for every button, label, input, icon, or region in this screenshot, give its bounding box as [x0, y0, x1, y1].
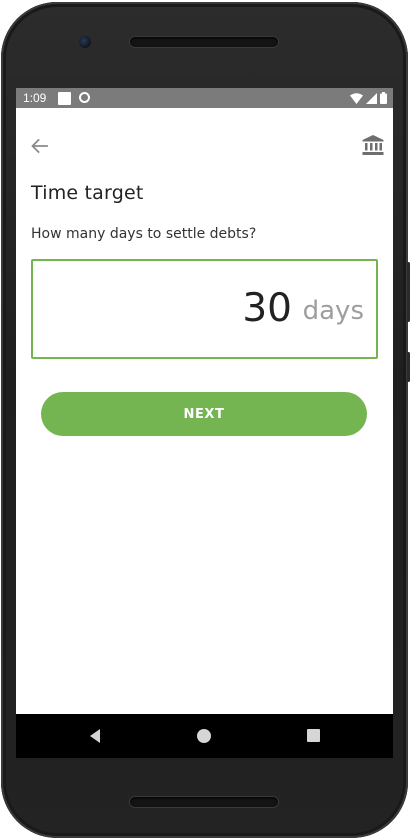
- notification-square-icon: [58, 92, 71, 105]
- notification-circle-icon: [79, 92, 90, 103]
- earpiece-speaker: [130, 37, 278, 47]
- cell-signal-icon: [366, 92, 377, 104]
- days-input-field[interactable]: 30 days: [31, 259, 378, 359]
- battery-icon: [380, 92, 387, 104]
- next-button[interactable]: NEXT: [41, 392, 367, 436]
- wifi-icon: [350, 92, 363, 104]
- bank-icon: [362, 135, 384, 155]
- question-label: How many days to settle debts?: [31, 226, 257, 242]
- days-value[interactable]: 30: [242, 285, 292, 333]
- bottom-speaker: [130, 797, 278, 807]
- nav-home-icon[interactable]: [197, 729, 211, 743]
- nav-back-icon[interactable]: [87, 728, 103, 744]
- app-bar: [16, 108, 393, 182]
- nav-recents-icon[interactable]: [307, 729, 320, 742]
- back-button[interactable]: [26, 133, 52, 159]
- front-camera: [79, 36, 91, 48]
- page-title: Time target: [31, 182, 144, 204]
- screen: 1:09 Time target How many days to settle…: [16, 88, 393, 758]
- arrow-back-icon: [31, 138, 48, 154]
- status-time: 1:09: [23, 91, 47, 105]
- status-bar: 1:09: [16, 88, 393, 108]
- phone-frame: 1:09 Time target How many days to settle…: [0, 0, 410, 840]
- status-icons: [350, 91, 387, 105]
- days-unit-label: days: [302, 296, 364, 326]
- system-nav-bar: [16, 714, 393, 758]
- bank-button[interactable]: [359, 131, 387, 159]
